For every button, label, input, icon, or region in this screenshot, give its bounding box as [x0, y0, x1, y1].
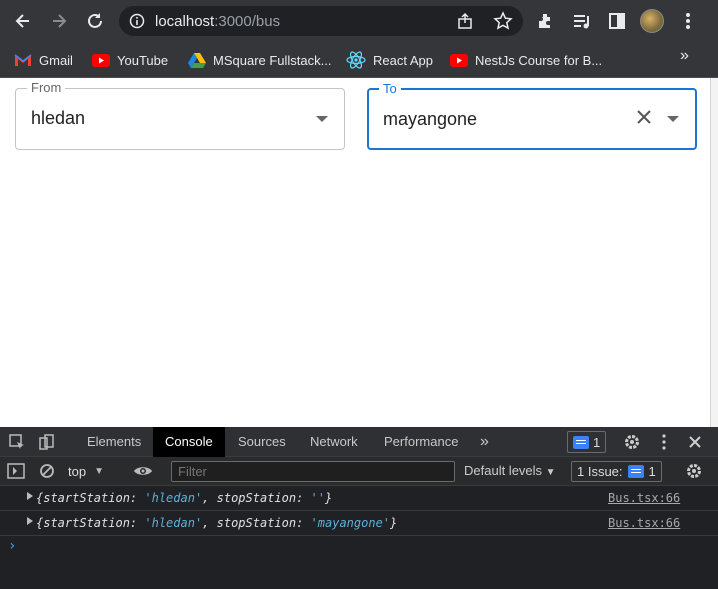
tab-sources[interactable]: Sources: [226, 427, 298, 457]
bookmark-react-app[interactable]: React App: [346, 48, 433, 72]
clear-icon[interactable]: [635, 108, 653, 131]
expand-triangle-icon[interactable]: [27, 492, 33, 500]
reload-button[interactable]: [82, 8, 108, 34]
messages-count: 1: [593, 434, 601, 450]
expand-triangle-icon[interactable]: [27, 517, 33, 525]
url-path: :3000/bus: [214, 13, 281, 30]
log-text: , stopStation:: [202, 516, 311, 530]
log-text: {startStation:: [36, 516, 145, 530]
log-string: 'hledan': [144, 516, 203, 530]
log-message: {startStation: 'hledan', stopStation: 'm…: [36, 516, 397, 530]
gmail-icon: [14, 54, 32, 66]
issues-label: 1 Issue:: [577, 464, 623, 479]
message-icon: [573, 435, 589, 449]
console-prompt[interactable]: ›: [8, 538, 16, 554]
context-selector[interactable]: top ▼: [68, 457, 104, 486]
dropdown-arrow-icon[interactable]: [316, 116, 328, 122]
from-select[interactable]: From hledan: [15, 80, 345, 150]
log-message: {startStation: 'hledan', stopStation: ''…: [36, 491, 332, 505]
settings-icon[interactable]: [622, 432, 642, 452]
eye-icon[interactable]: [133, 461, 153, 481]
bookmark-label: MSquare Fullstack...: [213, 52, 332, 68]
log-text: }: [325, 491, 333, 505]
bookmark-nestjs-course[interactable]: NestJs Course for B...: [450, 48, 602, 72]
log-string: 'hledan': [144, 491, 203, 505]
back-button[interactable]: [10, 8, 36, 34]
filter-input[interactable]: [171, 461, 455, 482]
log-source-link[interactable]: Bus.tsx:66: [608, 516, 680, 530]
tab-elements[interactable]: Elements: [75, 427, 153, 457]
more-bookmarks-button[interactable]: »: [680, 47, 689, 65]
log-string: '': [310, 491, 325, 505]
log-text: {startStation:: [36, 491, 145, 505]
levels-label: Default levels: [464, 463, 543, 478]
share-icon[interactable]: [457, 12, 475, 35]
url-text: localhost:3000/bus: [155, 13, 280, 30]
background-window-strip: [710, 78, 718, 427]
profile-avatar[interactable]: [640, 9, 664, 33]
to-select[interactable]: To mayangone: [367, 81, 697, 150]
forward-button[interactable]: [46, 8, 72, 34]
bookmark-label: YouTube: [117, 52, 169, 68]
reload-icon: [88, 13, 102, 28]
to-value: mayangone: [383, 109, 478, 129]
devtools-tabbar: Elements Console Sources Network Perform…: [0, 427, 718, 457]
sidebar-toggle-icon[interactable]: [6, 461, 26, 481]
tab-performance[interactable]: Performance: [372, 427, 470, 457]
url-host: localhost: [155, 13, 215, 30]
page-content: From hledan To mayangone: [0, 78, 710, 427]
console-settings-icon[interactable]: [684, 461, 704, 481]
extensions-icon[interactable]: [534, 9, 558, 33]
bookmarks-bar: Gmail YouTube MSquare Fullstack... React…: [0, 42, 718, 78]
info-icon[interactable]: [129, 13, 145, 34]
messages-badge[interactable]: 1: [567, 431, 607, 453]
youtube-icon: [92, 53, 110, 67]
chevron-down-icon: ▼: [545, 467, 556, 478]
star-icon[interactable]: [493, 11, 513, 36]
browser-toolbar: localhost:3000/bus: [0, 0, 718, 42]
more-tabs-button[interactable]: »: [468, 427, 501, 457]
google-drive-icon: [188, 53, 206, 68]
log-string: 'mayangone': [310, 516, 391, 530]
console-output: {startStation: 'hledan', stopStation: ''…: [0, 486, 718, 589]
log-text: }: [390, 516, 398, 530]
dropdown-arrow-icon[interactable]: [667, 116, 679, 122]
log-levels-dropdown[interactable]: Default levels ▼: [464, 463, 556, 478]
tab-console[interactable]: Console: [153, 427, 225, 457]
log-entry[interactable]: {startStation: 'hledan', stopStation: 'm…: [0, 511, 718, 536]
to-label: To: [379, 81, 401, 96]
bookmark-label: NestJs Course for B...: [475, 52, 603, 68]
tab-network[interactable]: Network: [298, 427, 370, 457]
bookmark-msquare[interactable]: MSquare Fullstack...: [188, 48, 332, 72]
device-toolbar-icon[interactable]: [36, 432, 56, 452]
bookmark-youtube[interactable]: YouTube: [92, 48, 168, 72]
bookmark-label: Gmail: [39, 52, 73, 68]
side-panel-icon[interactable]: [605, 9, 629, 33]
inspect-element-icon[interactable]: [7, 432, 27, 452]
log-source-link[interactable]: Bus.tsx:66: [608, 491, 680, 505]
close-devtools-icon[interactable]: [685, 432, 705, 452]
log-entry[interactable]: {startStation: 'hledan', stopStation: ''…: [0, 486, 718, 511]
devtools-menu-icon[interactable]: [654, 432, 674, 452]
chevron-down-icon: ▼: [94, 466, 104, 477]
bookmark-gmail[interactable]: Gmail: [14, 48, 73, 72]
log-text: , stopStation:: [202, 491, 311, 505]
from-value: hledan: [31, 108, 86, 128]
kebab-menu-icon[interactable]: [676, 9, 700, 33]
from-label: From: [27, 80, 66, 95]
issues-count: 1: [648, 464, 656, 479]
console-toolbar: top ▼ Default levels ▼ 1 Issue: 1: [0, 457, 718, 486]
issue-icon: [627, 465, 644, 478]
arrow-left-icon: [15, 14, 29, 28]
issues-button[interactable]: 1 Issue: 1: [571, 461, 662, 482]
bookmark-label: React App: [373, 52, 433, 68]
address-bar[interactable]: localhost:3000/bus: [119, 6, 523, 36]
media-queue-icon[interactable]: [570, 9, 594, 33]
arrow-right-icon: [53, 14, 67, 28]
react-icon: [346, 51, 366, 69]
youtube-icon: [450, 53, 468, 67]
context-label: top: [68, 464, 87, 479]
clear-console-icon[interactable]: [37, 461, 57, 481]
